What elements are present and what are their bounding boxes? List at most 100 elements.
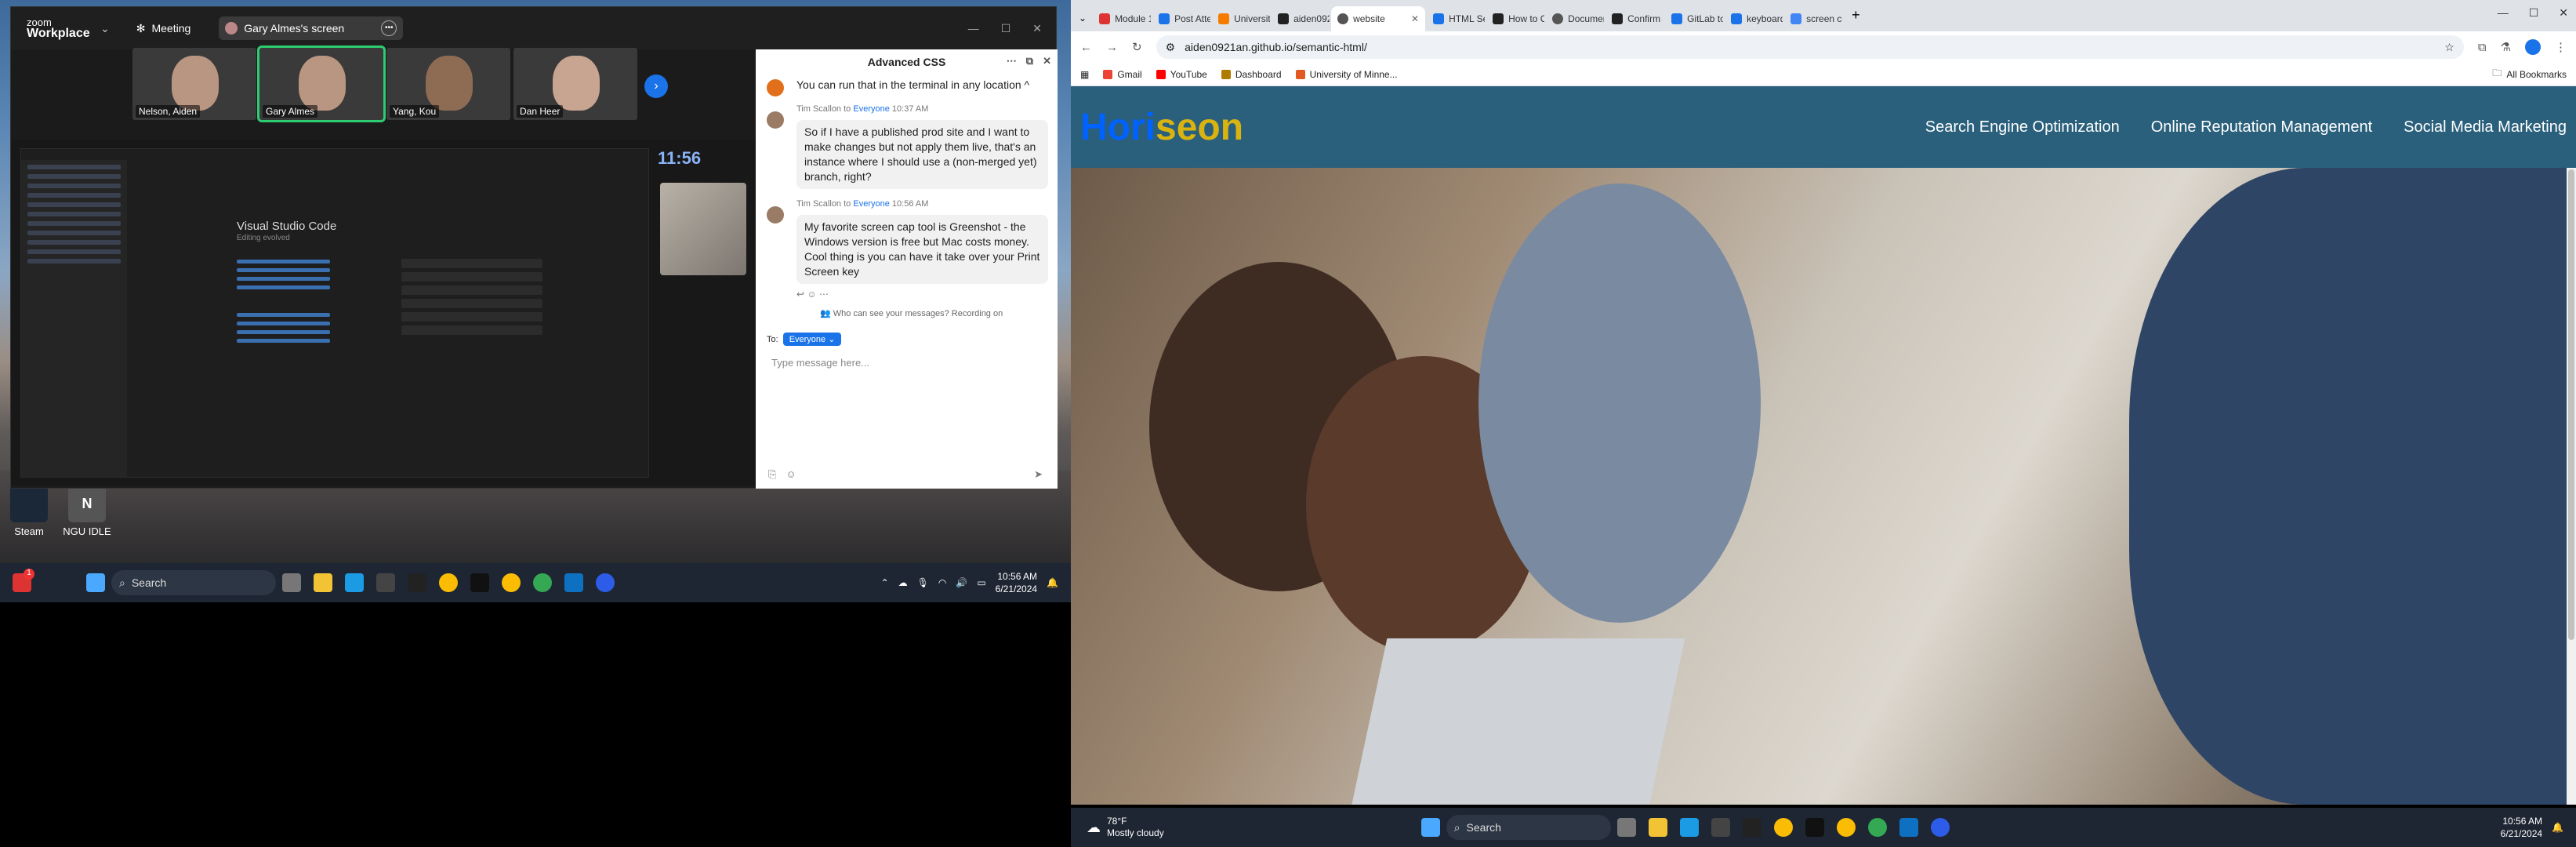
nav-link-reputation[interactable]: Online Reputation Management [2151,118,2372,136]
apps-grid-icon[interactable]: ▦ [1080,69,1089,80]
scrollbar-thumb[interactable] [2568,169,2574,640]
microphone-icon[interactable]: 🎙 [917,577,929,588]
windows-start-icon[interactable] [1420,818,1440,837]
chevron-up-icon[interactable]: ⌃ [881,577,889,588]
meeting-menu[interactable]: ✻ Meeting [136,22,191,35]
more-icon[interactable]: ••• [381,20,397,36]
taskbar-search[interactable]: ⌕ Search [111,570,276,595]
cloud-icon[interactable]: ☁ [898,577,908,588]
windows-start-icon[interactable] [86,573,105,592]
desktop-icon-ngu-idle[interactable]: N NGU IDLE [60,485,114,537]
bell-icon[interactable]: 🔔 [1047,577,1058,588]
bookmark-gmail[interactable]: Gmail [1103,69,1142,80]
file-explorer-icon[interactable] [314,573,332,592]
send-icon[interactable]: ➤ [1034,468,1043,481]
close-icon[interactable]: ✕ [1032,22,1042,35]
screen-share-pill[interactable]: Gary Almes's screen ••• [219,16,404,40]
vscode-icon[interactable] [1899,818,1918,837]
nav-link-seo[interactable]: Search Engine Optimization [1925,118,2120,136]
bookmark-star-icon[interactable]: ☆ [2444,41,2454,54]
browser-tab[interactable]: aiden0921a✕ [1272,6,1330,31]
browser-tab[interactable]: How to Ca✕ [1486,6,1544,31]
tab-search-icon[interactable]: ⌄ [1079,13,1087,24]
file-explorer-icon[interactable] [1648,818,1667,837]
browser-tab[interactable]: University o✕ [1212,6,1270,31]
slack-icon[interactable] [533,573,552,592]
emoji-icon[interactable]: ☺ [785,468,796,481]
more-icon[interactable]: ⋯ [819,289,829,300]
minimize-icon[interactable]: — [968,22,979,35]
site-logo[interactable]: Horiseon [1080,106,1243,149]
browser-tab-active[interactable]: website ✕ [1331,6,1426,31]
back-icon[interactable]: ← [1080,41,1092,54]
reply-icon[interactable]: ↩ [796,289,804,300]
task-view-icon[interactable] [1616,818,1636,837]
close-icon[interactable]: ✕ [2559,6,2568,20]
file-icon[interactable]: ⎘ [768,468,776,481]
maximize-icon[interactable]: ☐ [1001,22,1011,35]
chat-input[interactable]: Type message here... [771,357,1058,369]
more-icon[interactable]: ⋯ [1007,55,1017,67]
bookmark-university[interactable]: University of Minne... [1295,69,1398,80]
store-icon[interactable] [1711,818,1730,837]
bell-icon[interactable]: 🔔 [2552,822,2563,833]
popout-icon[interactable]: ⧉ [1026,55,1033,67]
terminal-icon[interactable] [1742,818,1761,837]
participant-tile[interactable]: Yang, Kou [386,48,510,120]
chrome-icon[interactable] [1773,818,1793,837]
browser-tab[interactable]: Confirm ac✕ [1605,6,1664,31]
menu-icon[interactable]: ⋮ [2555,40,2567,54]
clock[interactable]: 10:56 AM 6/21/2024 [2501,815,2542,840]
notification-icon[interactable]: 1 [13,569,34,592]
battery-icon[interactable]: ▭ [977,577,985,588]
browser-tab[interactable]: Module 1 Ch✕ [1093,6,1151,31]
zoom-icon[interactable] [1930,818,1950,837]
minimize-icon[interactable]: — [2498,6,2509,20]
new-tab-icon[interactable]: + [1852,7,1860,24]
taskbar-search[interactable]: ⌕ Search [1446,815,1611,840]
amazon-icon[interactable] [470,573,489,592]
browser-tab[interactable]: GitLab toke✕ [1665,6,1723,31]
participant-tile[interactable]: Nelson, Aiden [132,48,256,120]
recipient-dropdown[interactable]: Everyone ⌄ [782,333,842,346]
edge-icon[interactable] [1679,818,1699,837]
site-info-icon[interactable]: ⚙ [1166,41,1176,54]
maximize-icon[interactable]: ☐ [2529,6,2539,20]
participant-tile-active[interactable]: Gary Almes [257,45,386,122]
browser-tab[interactable]: Post Attend✕ [1152,6,1210,31]
chrome-icon[interactable] [502,573,521,592]
reload-icon[interactable]: ↻ [1132,40,1142,54]
bookmark-youtube[interactable]: YouTube [1156,69,1207,80]
slack-icon[interactable] [1867,818,1887,837]
close-icon[interactable]: ✕ [1411,13,1419,24]
participant-tile[interactable]: Dan Heer [513,48,637,120]
address-bar[interactable]: ⚙ aiden0921an.github.io/semantic-html/ ☆ [1156,35,2464,59]
close-icon[interactable]: ✕ [1043,55,1051,67]
who-can-see-notice[interactable]: 👥 Who can see your messages? Recording o… [756,308,1058,318]
labs-icon[interactable]: ⚗ [2501,40,2511,54]
chrome-icon[interactable] [1836,818,1856,837]
next-participants-button[interactable]: › [644,75,668,98]
page-scrollbar[interactable] [2567,168,2576,805]
profile-avatar-icon[interactable] [2525,39,2541,55]
terminal-icon[interactable] [408,573,426,592]
browser-tab[interactable]: keyboard-s✕ [1725,6,1783,31]
desktop-icon-steam[interactable]: Steam [2,485,56,537]
forward-icon[interactable]: → [1106,41,1118,54]
browser-tab[interactable]: screen capt✕ [1784,6,1842,31]
browser-tab[interactable]: Document✕ [1546,6,1604,31]
volume-icon[interactable]: 🔊 [956,577,967,588]
browser-tab[interactable]: HTML Sem✕ [1427,6,1485,31]
task-view-icon[interactable] [282,573,301,592]
edge-icon[interactable] [345,573,364,592]
wifi-icon[interactable]: ◠ [938,577,946,588]
store-icon[interactable] [376,573,395,592]
extensions-icon[interactable]: ⧉ [2478,41,2487,54]
chevron-down-icon[interactable]: ⌄ [100,22,110,35]
chrome-icon[interactable] [439,573,458,592]
vscode-icon[interactable] [564,573,583,592]
clock[interactable]: 10:56 AM 6/21/2024 [996,570,1037,595]
nav-link-social[interactable]: Social Media Marketing [2404,118,2567,136]
weather-widget[interactable]: ☁ 78°F Mostly cloudy [1071,816,1164,839]
amazon-icon[interactable] [1805,818,1824,837]
